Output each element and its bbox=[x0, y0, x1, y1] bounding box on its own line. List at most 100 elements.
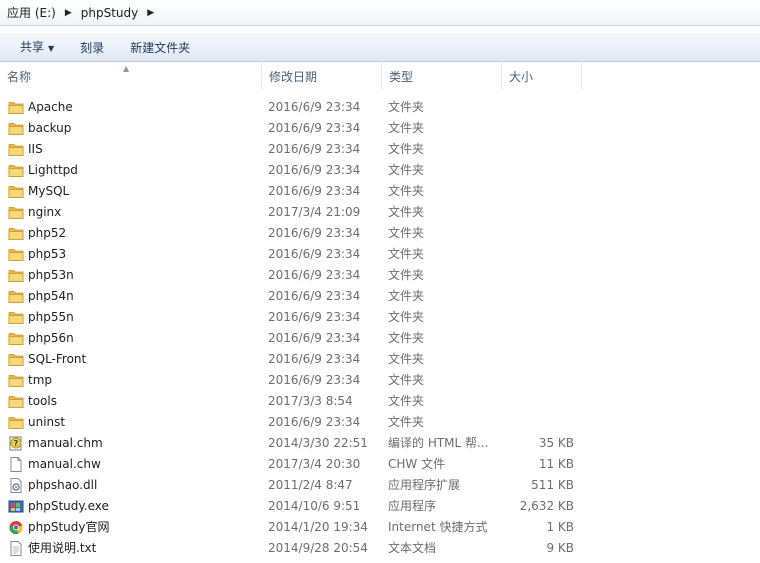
column-header: ▲ 名称 修改日期 类型 大小 bbox=[0, 62, 760, 90]
file-type: 编译的 HTML 帮... bbox=[388, 436, 489, 450]
file-date: 2016/6/9 23:34 bbox=[268, 121, 361, 135]
file-date: 2016/6/9 23:34 bbox=[268, 310, 361, 324]
file-row[interactable]: MySQL 2016/6/9 23:34 文件夹 bbox=[0, 181, 760, 202]
file-type: 文件夹 bbox=[388, 163, 425, 177]
file-name: php52 bbox=[28, 226, 67, 240]
folder-icon bbox=[8, 226, 24, 241]
file-name: manual.chm bbox=[28, 436, 103, 450]
file-date: 2016/6/9 23:34 bbox=[268, 226, 361, 240]
file-type: 文件夹 bbox=[388, 100, 425, 114]
file-type: 文件夹 bbox=[388, 121, 425, 135]
file-name: phpStudy.exe bbox=[28, 499, 109, 513]
folder-icon bbox=[8, 373, 24, 388]
file-name: uninst bbox=[28, 415, 66, 429]
file-type: 文件夹 bbox=[388, 415, 425, 429]
burn-button[interactable]: 刻录 bbox=[72, 35, 112, 61]
column-date[interactable]: 修改日期 bbox=[262, 62, 382, 90]
dll-file-icon bbox=[8, 478, 24, 493]
file-row[interactable]: phpshao.dll 2011/2/4 8:47 应用程序扩展 511 KB bbox=[0, 475, 760, 496]
breadcrumb-drive[interactable]: 应用 (E:) bbox=[4, 4, 59, 21]
file-date: 2014/1/20 19:34 bbox=[268, 520, 368, 534]
file-row[interactable]: php52 2016/6/9 23:34 文件夹 bbox=[0, 223, 760, 244]
file-date: 2017/3/4 20:30 bbox=[268, 457, 361, 471]
share-label: 共享 bbox=[20, 40, 45, 54]
column-size[interactable]: 大小 bbox=[502, 62, 582, 90]
help-file-icon: ? bbox=[8, 436, 24, 451]
folder-icon bbox=[8, 415, 24, 430]
file-date: 2016/6/9 23:34 bbox=[268, 352, 361, 366]
folder-icon bbox=[8, 142, 24, 157]
file-row[interactable]: tools 2017/3/3 8:54 文件夹 bbox=[0, 391, 760, 412]
file-row[interactable]: php53 2016/6/9 23:34 文件夹 bbox=[0, 244, 760, 265]
address-bar[interactable]: 应用 (E:) ▶ phpStudy ▶ bbox=[0, 0, 760, 26]
sort-ascending-icon: ▲ bbox=[123, 64, 130, 73]
file-type: CHW 文件 bbox=[388, 457, 446, 471]
chevron-down-icon: ▼ bbox=[48, 44, 55, 53]
folder-icon bbox=[8, 247, 24, 262]
file-name: IIS bbox=[28, 142, 43, 156]
file-row[interactable]: manual.chw 2017/3/4 20:30 CHW 文件 11 KB bbox=[0, 454, 760, 475]
file-row[interactable]: php55n 2016/6/9 23:34 文件夹 bbox=[0, 307, 760, 328]
file-date: 2014/10/6 9:51 bbox=[268, 499, 361, 513]
folder-icon bbox=[8, 268, 24, 283]
folder-icon bbox=[8, 289, 24, 304]
file-row[interactable]: IIS 2016/6/9 23:34 文件夹 bbox=[0, 139, 760, 160]
file-date: 2017/3/4 21:09 bbox=[268, 205, 361, 219]
file-name: backup bbox=[28, 121, 72, 135]
file-date: 2011/2/4 8:47 bbox=[268, 478, 353, 492]
file-row[interactable]: 使用说明.txt 2014/9/28 20:54 文本文档 9 KB bbox=[0, 538, 760, 559]
file-type: 文件夹 bbox=[388, 184, 425, 198]
file-name: php53 bbox=[28, 247, 67, 261]
breadcrumb-arrow-icon[interactable]: ▶ bbox=[59, 8, 78, 18]
folder-icon bbox=[8, 331, 24, 346]
file-row[interactable]: Apache 2016/6/9 23:34 文件夹 bbox=[0, 97, 760, 118]
file-size: 511 KB bbox=[531, 478, 574, 492]
file-date: 2016/6/9 23:34 bbox=[268, 373, 361, 387]
folder-icon bbox=[8, 352, 24, 367]
new-folder-button[interactable]: 新建文件夹 bbox=[122, 35, 198, 61]
file-type: 文件夹 bbox=[388, 352, 425, 366]
file-row[interactable]: backup 2016/6/9 23:34 文件夹 bbox=[0, 118, 760, 139]
folder-icon bbox=[8, 184, 24, 199]
folder-icon bbox=[8, 394, 24, 409]
file-type: 文件夹 bbox=[388, 373, 425, 387]
file-row[interactable]: uninst 2016/6/9 23:34 文件夹 bbox=[0, 412, 760, 433]
file-row[interactable]: php54n 2016/6/9 23:34 文件夹 bbox=[0, 286, 760, 307]
file-date: 2016/6/9 23:34 bbox=[268, 415, 361, 429]
file-row[interactable]: tmp 2016/6/9 23:34 文件夹 bbox=[0, 370, 760, 391]
file-date: 2017/3/3 8:54 bbox=[268, 394, 353, 408]
file-row[interactable]: php56n 2016/6/9 23:34 文件夹 bbox=[0, 328, 760, 349]
file-row[interactable]: SQL-Front 2016/6/9 23:34 文件夹 bbox=[0, 349, 760, 370]
file-date: 2014/3/30 22:51 bbox=[268, 436, 368, 450]
share-button[interactable]: 共享 ▼ bbox=[12, 34, 62, 62]
column-type[interactable]: 类型 bbox=[382, 62, 502, 90]
file-size: 1 KB bbox=[546, 520, 574, 534]
file-row[interactable]: nginx 2017/3/4 21:09 文件夹 bbox=[0, 202, 760, 223]
file-row[interactable]: phpStudy官网 2014/1/20 19:34 Internet 快捷方式 1 … bbox=[0, 517, 760, 538]
file-name: php56n bbox=[28, 331, 74, 345]
file-size: 2,632 KB bbox=[519, 499, 574, 513]
file-name: php54n bbox=[28, 289, 74, 303]
folder-icon bbox=[8, 121, 24, 136]
breadcrumb-arrow-icon[interactable]: ▶ bbox=[141, 8, 160, 18]
file-size: 35 KB bbox=[538, 436, 574, 450]
file-type: 文件夹 bbox=[388, 247, 425, 261]
blank-file-icon bbox=[8, 457, 24, 472]
column-name-label: 名称 bbox=[7, 70, 32, 84]
file-type: 文件夹 bbox=[388, 289, 425, 303]
breadcrumb-folder[interactable]: phpStudy bbox=[78, 6, 142, 20]
file-row[interactable]: php53n 2016/6/9 23:34 文件夹 bbox=[0, 265, 760, 286]
file-row[interactable]: phpStudy.exe 2014/10/6 9:51 应用程序 2,632 KB bbox=[0, 496, 760, 517]
file-row[interactable]: Lighttpd 2016/6/9 23:34 文件夹 bbox=[0, 160, 760, 181]
file-date: 2016/6/9 23:34 bbox=[268, 247, 361, 261]
file-name: nginx bbox=[28, 205, 62, 219]
file-name: manual.chw bbox=[28, 457, 101, 471]
file-row[interactable]: ? manual.chm 2014/3/30 22:51 编译的 HTML 帮... 3… bbox=[0, 433, 760, 454]
file-date: 2016/6/9 23:34 bbox=[268, 100, 361, 114]
file-type: 文本文档 bbox=[388, 541, 437, 555]
file-name: phpshao.dll bbox=[28, 478, 98, 492]
column-name[interactable]: ▲ 名称 bbox=[0, 62, 262, 90]
file-name: SQL-Front bbox=[28, 352, 87, 366]
chrome-shortcut-icon bbox=[8, 520, 24, 535]
file-type: 应用程序扩展 bbox=[388, 478, 461, 492]
